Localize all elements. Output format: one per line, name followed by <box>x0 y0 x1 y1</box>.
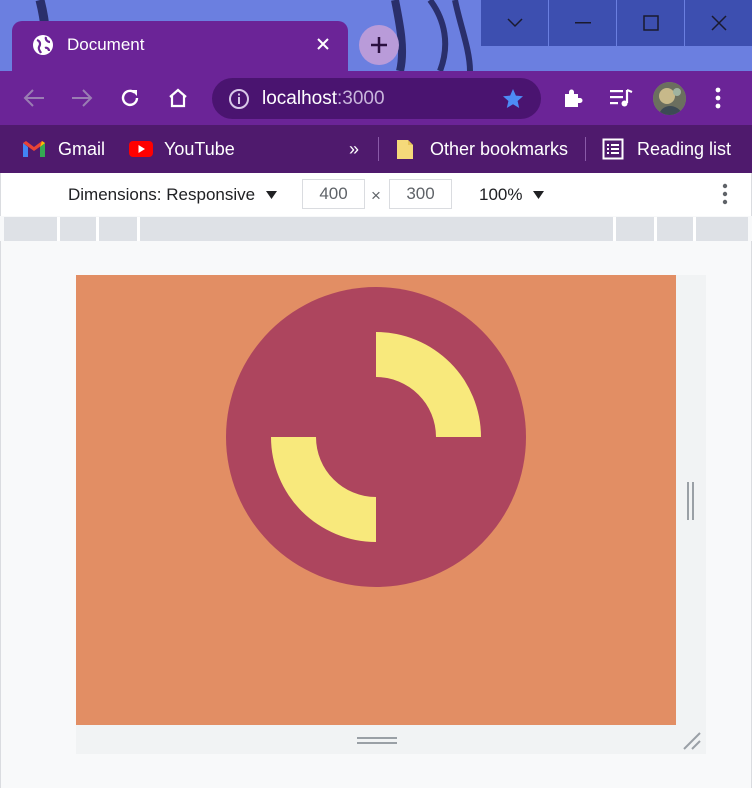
browser-toolbar: localhost:3000 <box>0 71 752 125</box>
bookmark-gmail[interactable]: Gmail <box>22 134 105 164</box>
tab-search-button[interactable] <box>480 0 548 46</box>
width-input[interactable]: 400 <box>302 179 365 209</box>
media-query-bar <box>4 217 748 241</box>
media-query-segment[interactable] <box>140 217 613 241</box>
bookmark-label: Gmail <box>58 138 106 159</box>
minimize-icon <box>574 22 591 24</box>
other-bookmarks-label: Other bookmarks <box>430 138 569 159</box>
rendered-page <box>76 275 676 725</box>
page-graphic <box>226 287 526 587</box>
plus-icon <box>371 37 387 53</box>
other-bookmarks-folder[interactable]: Other bookmarks <box>396 134 568 164</box>
tab-document[interactable]: Document <box>12 21 348 71</box>
reading-list-button[interactable]: Reading list <box>602 134 731 164</box>
tab-close-button[interactable] <box>312 33 334 55</box>
media-query-segment[interactable] <box>616 217 654 241</box>
divider <box>378 137 379 161</box>
new-tab-button[interactable] <box>359 25 399 65</box>
media-query-segment[interactable] <box>4 217 57 241</box>
bookmark-youtube[interactable]: YouTube <box>129 134 235 164</box>
menu-button[interactable] <box>703 83 733 113</box>
profile-picture <box>653 82 686 115</box>
close-icon <box>710 15 727 31</box>
url-port: :3000 <box>337 88 385 109</box>
media-controls-button[interactable] <box>606 83 636 113</box>
media-query-segment[interactable] <box>60 217 96 241</box>
media-icon <box>610 88 633 107</box>
globe-icon <box>33 35 53 55</box>
back-button[interactable] <box>19 83 49 113</box>
menu-icon <box>715 87 721 109</box>
media-query-segment[interactable] <box>657 217 693 241</box>
resize-handle-right[interactable] <box>686 482 696 520</box>
overflow-chevron-icon: » <box>349 138 360 159</box>
reload-button[interactable] <box>115 83 145 113</box>
tab-title: Document <box>67 35 145 54</box>
reading-list-icon <box>602 138 624 160</box>
avatar[interactable] <box>653 82 686 115</box>
address-bar[interactable]: localhost:3000 <box>212 78 541 119</box>
dimensions-dropdown[interactable]: Dimensions: Responsive <box>68 185 278 205</box>
home-icon <box>169 88 187 108</box>
maximize-button[interactable] <box>616 0 684 46</box>
caret-down-icon <box>265 191 277 199</box>
resize-handle-corner[interactable] <box>682 731 702 751</box>
gmail-icon <box>23 141 45 157</box>
close-window-button[interactable] <box>684 0 752 46</box>
height-input[interactable]: 300 <box>389 179 452 209</box>
caret-down-icon <box>533 191 545 199</box>
title-bar: Document <box>0 0 752 71</box>
media-query-segment[interactable] <box>99 217 137 241</box>
forward-button[interactable] <box>67 83 97 113</box>
dimensions-label: Dimensions: Responsive <box>68 185 256 204</box>
bookmarks-overflow-button[interactable]: » <box>349 134 359 164</box>
home-button[interactable] <box>163 83 193 113</box>
info-icon[interactable] <box>228 88 250 110</box>
resize-handle-bottom[interactable] <box>357 736 397 746</box>
reading-list-label: Reading list <box>637 138 732 159</box>
reload-icon <box>121 89 139 107</box>
url-host: localhost <box>262 88 337 109</box>
maximize-icon <box>642 15 659 31</box>
back-icon <box>23 89 44 107</box>
folder-icon <box>397 140 413 159</box>
zoom-label: 100% <box>479 185 523 204</box>
times-separator: × <box>371 186 381 205</box>
minimize-button[interactable] <box>548 0 616 46</box>
bookmark-label: YouTube <box>164 138 235 159</box>
extensions-icon <box>565 89 583 107</box>
zoom-dropdown[interactable]: 100% <box>479 185 545 205</box>
bookmarks-bar: Gmail YouTube » Other bookmarks Reading … <box>0 125 752 173</box>
device-toolbar: Dimensions: Responsive 400 × 300 100% <box>0 173 752 216</box>
close-icon <box>317 38 329 50</box>
star-icon[interactable] <box>501 87 525 111</box>
media-query-segment[interactable] <box>696 217 748 241</box>
youtube-icon <box>129 141 153 157</box>
forward-icon <box>72 89 93 107</box>
url-text[interactable]: localhost:3000 <box>262 88 385 110</box>
divider <box>585 137 586 161</box>
extensions-button[interactable] <box>558 83 588 113</box>
more-options-icon[interactable] <box>713 181 737 209</box>
chevron-down-icon <box>506 18 523 28</box>
